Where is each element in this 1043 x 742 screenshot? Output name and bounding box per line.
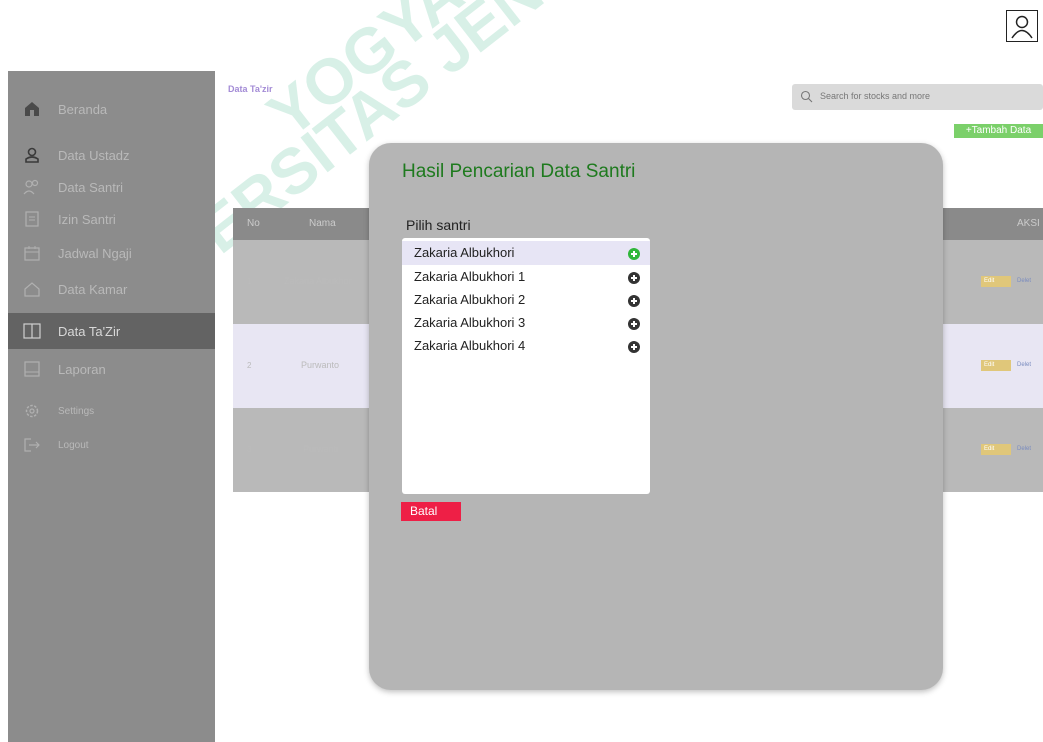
sidebar-item-data-santri[interactable]: Data Santri [8,169,215,205]
sidebar-item-data-tazir[interactable]: Data Ta'Zir [8,313,215,349]
cancel-button[interactable]: Batal [401,502,461,521]
sidebar-item-label: Data Ustadz [58,147,130,163]
sidebar-item-label: Izin Santri [58,211,116,227]
document-icon [22,209,42,229]
add-icon[interactable] [628,272,640,284]
search-result-modal: Hasil Pencarian Data Santri Pilih santri… [369,143,943,690]
gear-icon [22,401,42,421]
sidebar-item-label: Data Kamar [58,281,128,297]
sidebar-item-laporan[interactable]: Laporan [8,351,215,387]
sidebar-item-beranda[interactable]: Beranda [8,91,215,127]
book-icon [22,321,42,341]
svg-text:YOGYAKARTA: YOGYAKARTA [254,0,649,151]
sidebar-item-label: Laporan [58,361,106,377]
search-placeholder: Search for stocks and more [820,91,931,101]
sidebar-item-label: Logout [58,439,89,451]
list-item[interactable]: Zakaria Albukhori [402,241,650,265]
page-title: Data Ta'zir [228,84,273,94]
santri-list: Zakaria Albukhori Zakaria Albukhori 1 Za… [402,238,650,494]
list-item[interactable]: Zakaria Albukhori 3 [402,311,650,335]
row-no: 1 [247,277,252,286]
search-input[interactable]: Search for stocks and more [792,84,1043,110]
header-no: No [247,218,260,229]
row-no: 2 [247,361,252,370]
search-icon [800,90,813,103]
list-item[interactable]: Zakaria Albukhori 2 [402,288,650,312]
add-icon[interactable] [628,341,640,353]
sidebar-item-label: Beranda [58,101,108,117]
sidebar-item-settings[interactable]: Settings [8,393,215,429]
add-icon[interactable] [628,318,640,330]
header-actions: AKSI [1017,218,1040,229]
row-name: Purwanti [303,444,339,454]
sidebar-item-label: Settings [58,405,95,417]
users-icon [22,177,42,197]
delete-button[interactable]: Delet [1017,276,1031,287]
list-item-label: Zakaria Albukhori 1 [414,269,526,284]
house-icon [22,279,42,299]
user-avatar-icon [1011,15,1033,39]
sidebar-item-label: Data Ta'Zir [58,323,121,339]
sidebar-item-logout[interactable]: Logout [8,427,215,463]
sidebar-item-label: Jadwal Ngaji [58,245,132,261]
modal-title: Hasil Pencarian Data Santri [402,161,636,182]
add-data-button[interactable]: +Tambah Data [954,124,1043,138]
pick-santri-label: Pilih santri [406,217,471,233]
list-item[interactable]: Zakaria Albukhori 4 [402,334,650,358]
add-icon[interactable] [628,248,640,260]
edit-button[interactable]: Edit [981,276,1011,287]
row-no: 3 [247,445,252,454]
app-root: UNIVERSITAS JENDERAL YOGYAKARTA Beranda … [0,0,1043,742]
list-item-label: Zakaria Albukhori 4 [414,338,526,353]
home-icon [22,99,42,119]
list-item-label: Zakaria Albukhori 3 [414,315,526,330]
report-icon [22,359,42,379]
sidebar-item-data-ustadz[interactable]: Data Ustadz [8,137,215,173]
add-icon[interactable] [628,295,640,307]
row-name: Purwanto [301,360,340,370]
sidebar-item-label: Data Santri [58,179,124,195]
edit-button[interactable]: Edit [981,444,1011,455]
row-name: Zakaria Albukhor [284,276,352,286]
sidebar-item-jadwal-ngaji[interactable]: Jadwal Ngaji [8,235,215,271]
header-name: Nama [309,218,336,229]
edit-button[interactable]: Edit [981,360,1011,371]
sidebar-item-data-kamar[interactable]: Data Kamar [8,271,215,307]
profile-button[interactable] [1006,10,1038,42]
logout-icon [22,435,42,455]
sidebar-item-izin-santri[interactable]: Izin Santri [8,201,215,237]
list-item[interactable]: Zakaria Albukhori 1 [402,265,650,289]
delete-button[interactable]: Delet [1017,360,1031,371]
list-item-label: Zakaria Albukhori [414,245,515,260]
sidebar: Beranda Data Ustadz Data Santri Izin San… [8,71,215,742]
delete-button[interactable]: Delet [1017,444,1031,455]
list-item-label: Zakaria Albukhori 2 [414,292,526,307]
user-icon [22,145,42,165]
calendar-icon [22,243,42,263]
